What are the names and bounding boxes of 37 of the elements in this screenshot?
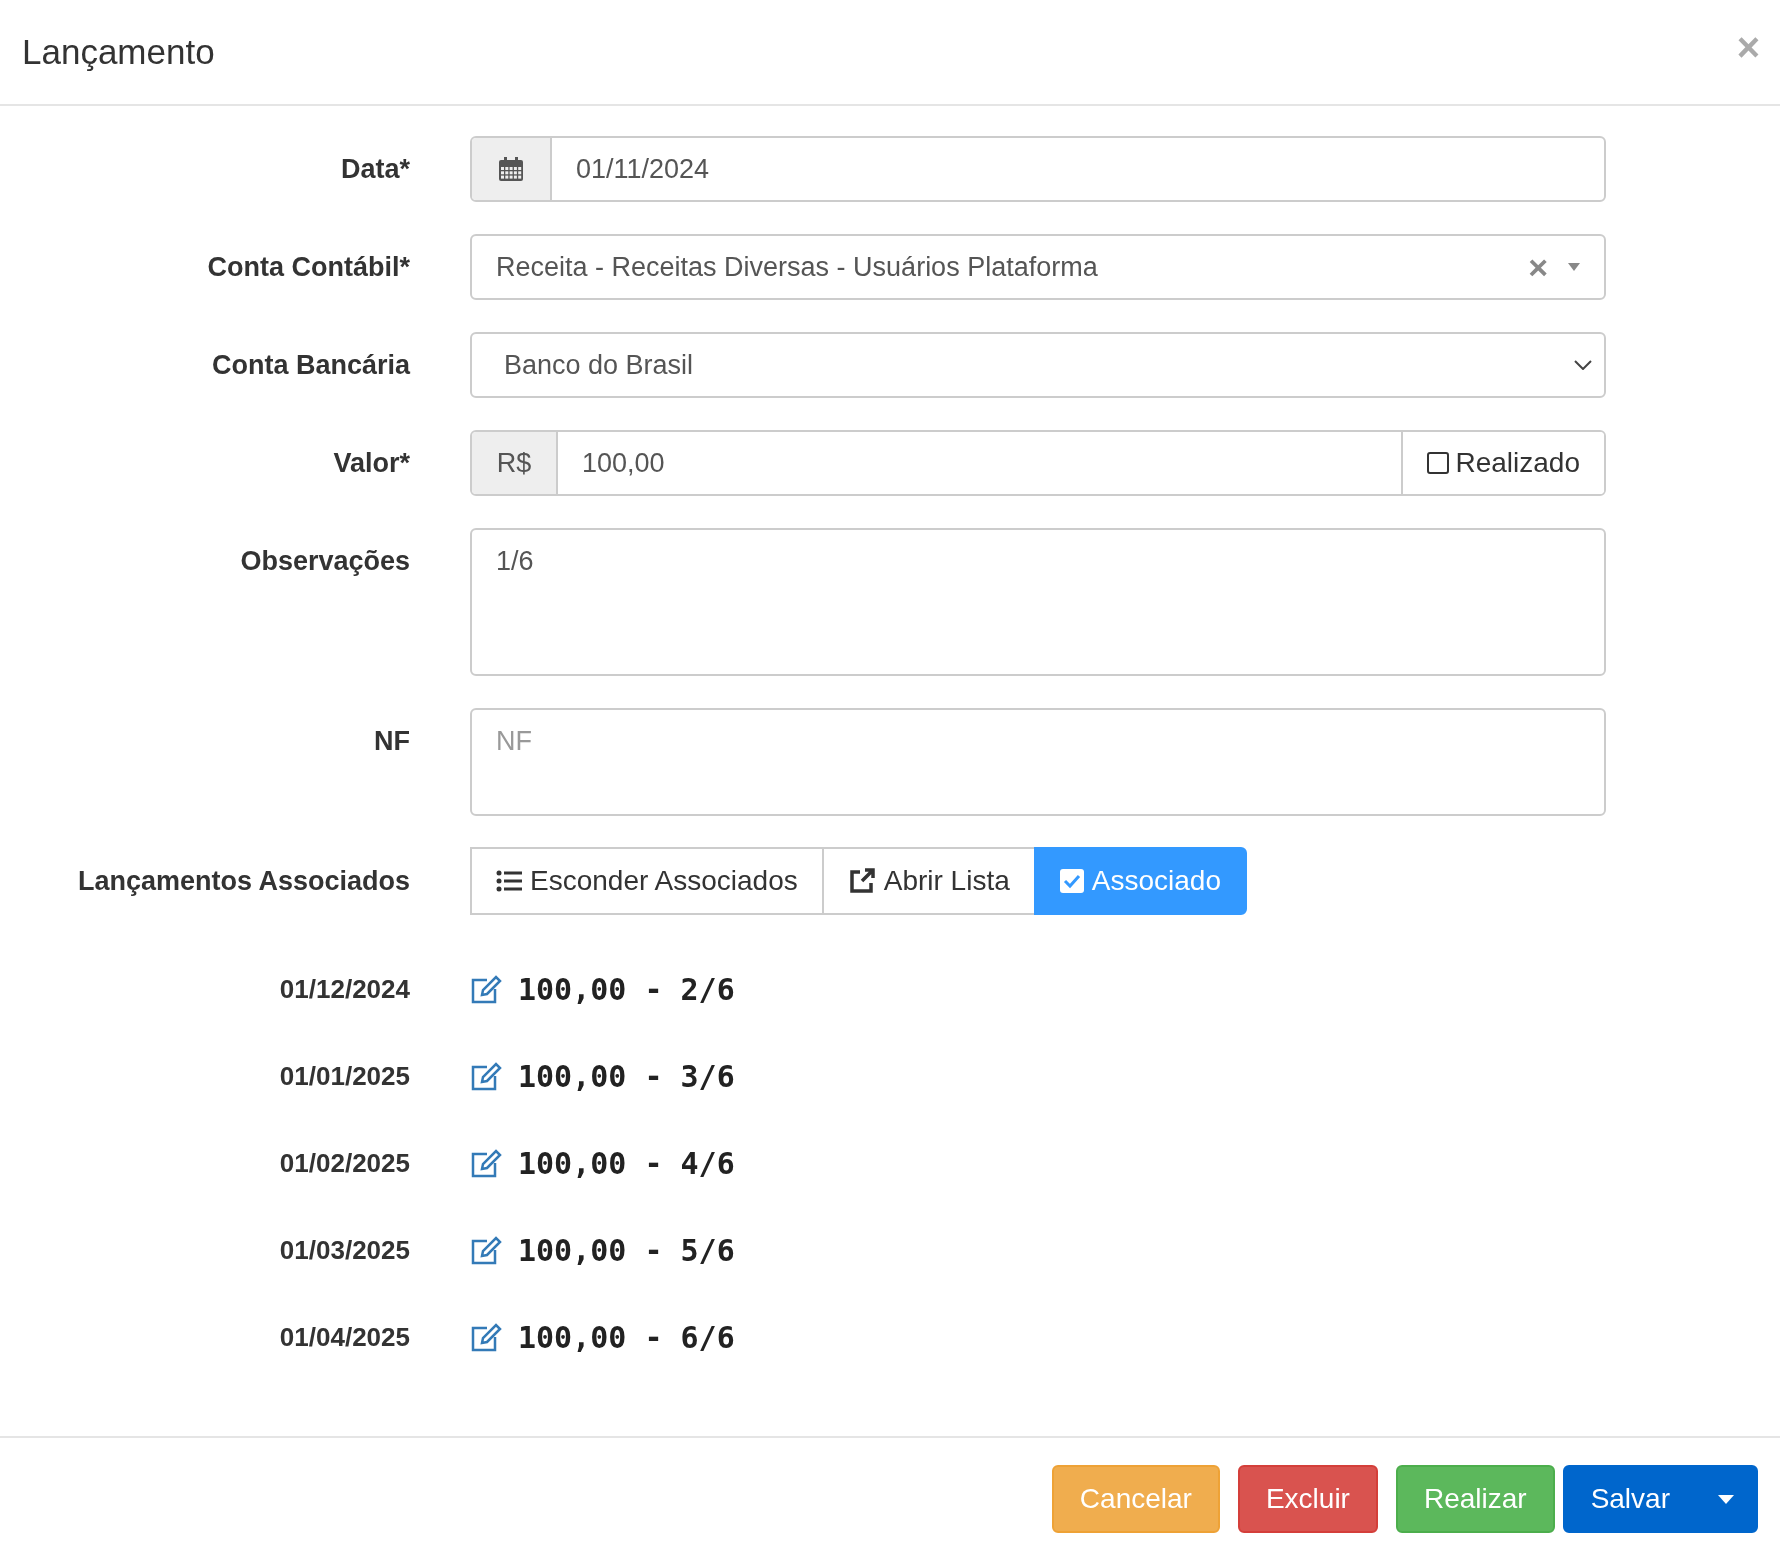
date-label: 01/03/2025 bbox=[278, 1235, 411, 1266]
entry-value: 100,00 - 4/6 bbox=[518, 1146, 735, 1181]
edit-icon[interactable] bbox=[470, 1061, 502, 1092]
field-label: Conta Contábil* bbox=[206, 251, 411, 283]
edit-icon[interactable] bbox=[470, 1322, 502, 1353]
footer-button[interactable]: Salvar bbox=[1562, 1465, 1758, 1533]
chevron-down-icon bbox=[1574, 360, 1592, 370]
toggle-button[interactable]: Esconder Associados bbox=[470, 847, 824, 915]
entry-value: 100,00 - 3/6 bbox=[518, 1059, 735, 1094]
field-label: Data* bbox=[339, 153, 411, 185]
entry-value: 100,00 - 5/6 bbox=[518, 1233, 735, 1268]
clear-button[interactable]: × bbox=[1528, 247, 1548, 287]
field-label: NF bbox=[373, 726, 411, 757]
date-label: 01/12/2024 bbox=[278, 974, 411, 1005]
edit-icon[interactable] bbox=[470, 1148, 502, 1179]
field-label: Conta Bancária bbox=[210, 349, 412, 381]
checkbox-icon bbox=[1059, 869, 1084, 893]
field-label: Valor* bbox=[332, 447, 411, 479]
bank-select[interactable]: Banco do Brasil bbox=[470, 332, 1606, 398]
caret-icon bbox=[1718, 1494, 1734, 1504]
date-label: 01/04/2025 bbox=[278, 1322, 411, 1353]
date-label: 01/02/2025 bbox=[278, 1148, 411, 1179]
modal-title: Lançamento bbox=[22, 32, 215, 72]
edit-icon[interactable] bbox=[470, 974, 502, 1005]
entry-value: 100,00 - 6/6 bbox=[518, 1320, 735, 1355]
caret-icon bbox=[1568, 263, 1580, 271]
toggle-button[interactable]: Abrir Lista bbox=[821, 847, 1036, 915]
entry-value: 100,00 - 2/6 bbox=[518, 972, 735, 1007]
field-label: Observações bbox=[239, 546, 411, 577]
account-select[interactable]: Receita - Receitas Diversas - Usuários Plataforma × bbox=[470, 234, 1606, 300]
list-icon bbox=[496, 870, 522, 892]
external-link-icon bbox=[847, 867, 876, 895]
date-label: 01/01/2025 bbox=[278, 1061, 411, 1092]
footer-button[interactable]: Excluir bbox=[1237, 1465, 1378, 1533]
edit-icon[interactable] bbox=[470, 1235, 502, 1266]
notes-textarea[interactable]: 1/6 bbox=[470, 528, 1606, 676]
field-label: Lançamentos Associados bbox=[76, 865, 411, 897]
